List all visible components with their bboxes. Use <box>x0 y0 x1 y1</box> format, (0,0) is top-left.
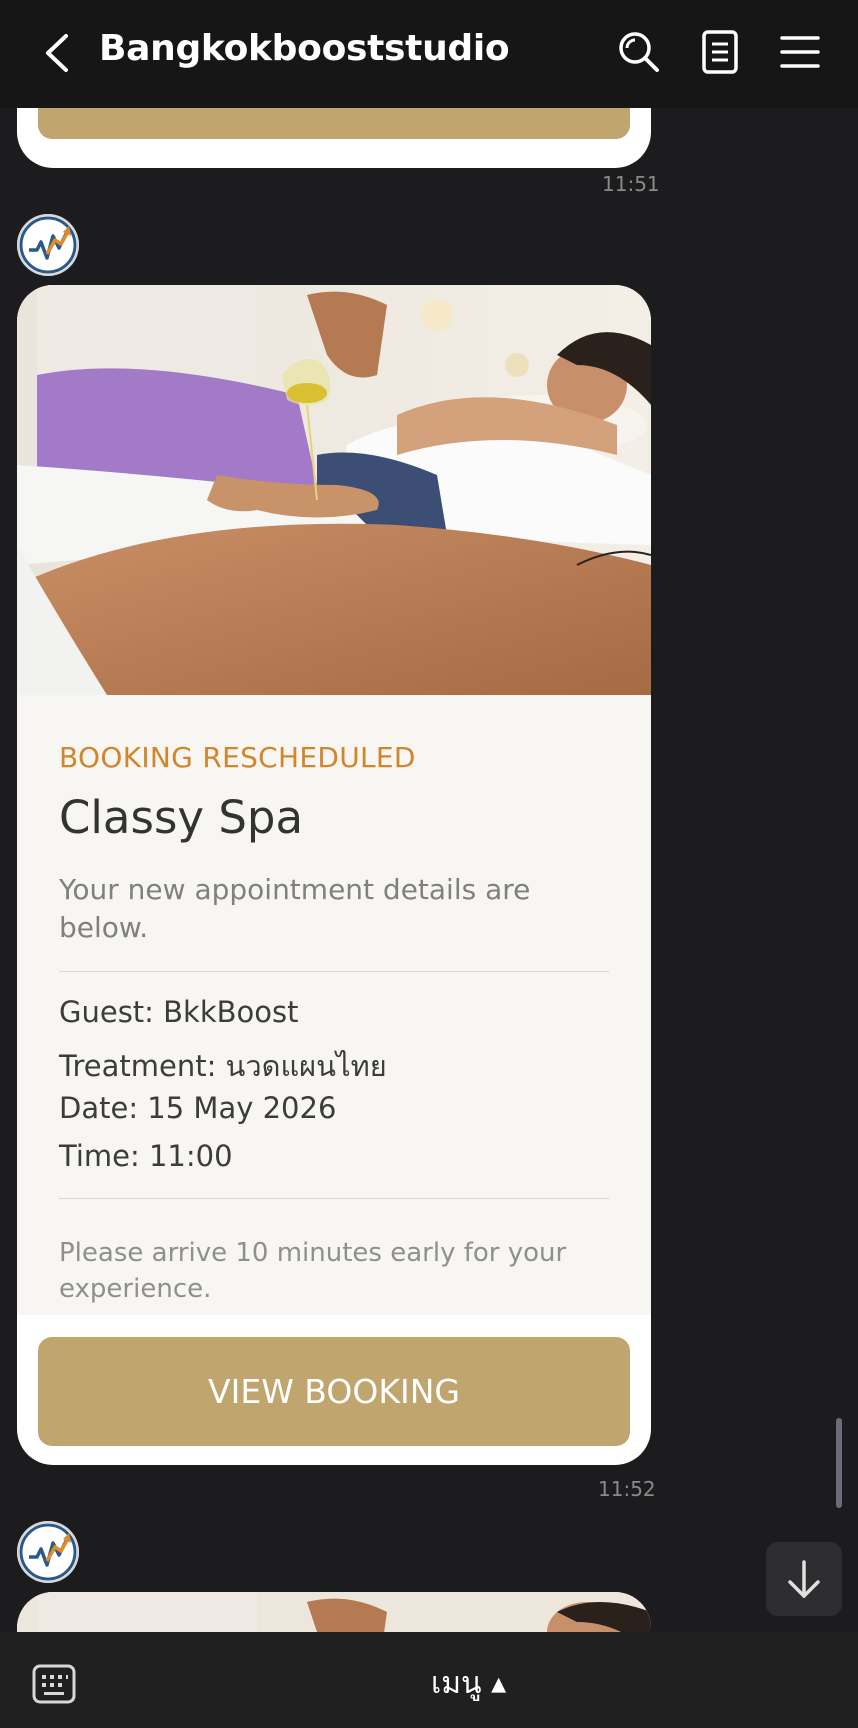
keyboard-icon[interactable] <box>32 1664 76 1704</box>
booking-card: BOOKING RESCHEDULED Classy Spa Your new … <box>17 285 651 1465</box>
arrival-note: Please arrive 10 minutes early for your … <box>59 1238 567 1304</box>
previous-message-card <box>17 108 651 168</box>
chat-header: Bangkokbooststudio <box>0 0 858 108</box>
footer-bar: เมนู ▴ <box>0 1632 858 1728</box>
back-arrow-icon[interactable] <box>38 30 78 76</box>
scrollbar[interactable] <box>836 1418 842 1508</box>
booking-status-label: BOOKING RESCHEDULED <box>59 741 416 774</box>
scroll-to-bottom-button[interactable] <box>766 1542 842 1616</box>
chat-title: Bangkokbooststudio <box>99 28 510 69</box>
guest-detail: Guest: BkkBoost <box>59 995 299 1029</box>
notes-icon[interactable] <box>696 28 744 76</box>
treatment-detail: Treatment: นวดแผนไทย <box>59 1049 387 1083</box>
search-icon[interactable] <box>615 28 663 76</box>
previous-card-button[interactable] <box>38 108 630 139</box>
message-timestamp: 11:52 <box>598 1477 656 1501</box>
divider <box>59 971 609 972</box>
message-timestamp: 11:51 <box>602 172 660 196</box>
menu-toggle[interactable]: เมนู ▴ <box>431 1660 506 1707</box>
divider <box>59 1198 609 1199</box>
spa-massage-image[interactable] <box>17 285 651 695</box>
booking-details: BOOKING RESCHEDULED Classy Spa Your new … <box>17 695 651 1315</box>
time-detail: Time: 11:00 <box>59 1139 233 1173</box>
hamburger-menu-icon[interactable] <box>776 28 824 76</box>
next-message-card[interactable] <box>17 1592 651 1632</box>
avatar[interactable] <box>17 214 79 276</box>
view-booking-button[interactable]: VIEW BOOKING <box>38 1337 630 1446</box>
spa-name: Classy Spa <box>59 791 304 844</box>
booking-subtitle: Your new appointment details are below. <box>59 873 531 944</box>
avatar[interactable] <box>17 1521 79 1583</box>
arrow-down-icon <box>788 1560 820 1598</box>
date-detail: Date: 15 May 2026 <box>59 1091 337 1125</box>
chat-messages[interactable]: 11:51 BOOKING RESCHEDULED Classy Spa You… <box>0 108 858 1632</box>
